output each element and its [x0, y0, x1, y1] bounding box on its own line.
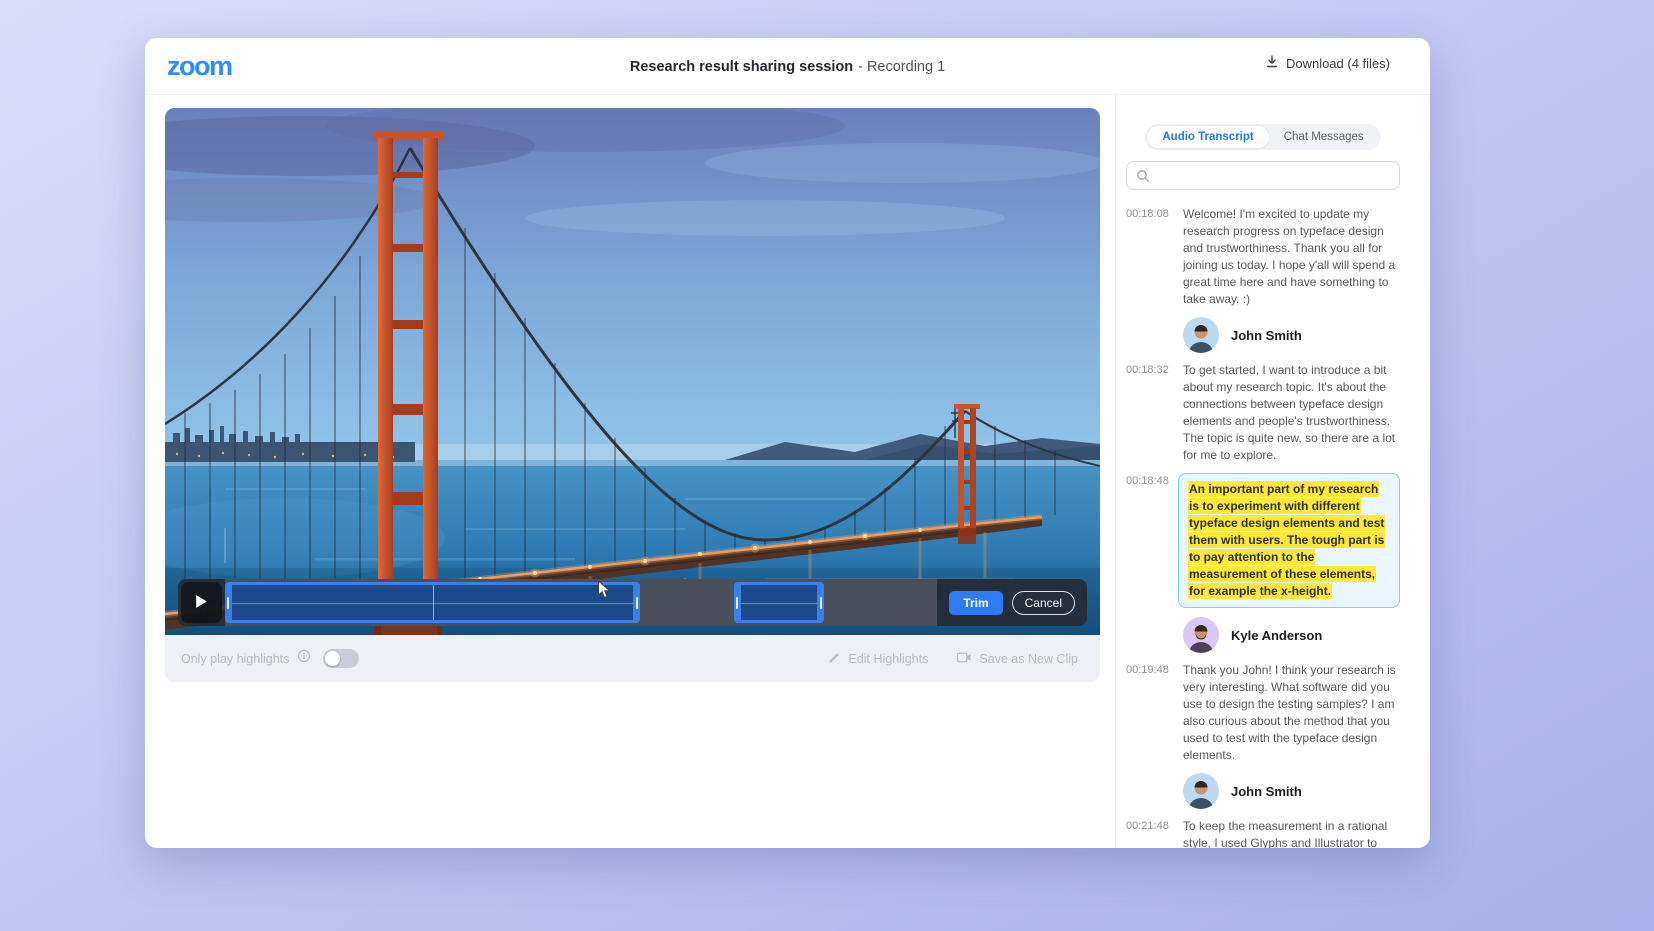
only-play-highlights-toggle[interactable]: [323, 649, 359, 668]
avatar-john-smith: [1183, 317, 1219, 353]
page-title: Research result sharing session - Recordi…: [145, 59, 1430, 75]
save-as-new-clip-button[interactable]: Save as New Clip: [956, 651, 1078, 667]
transcript-search-input[interactable]: [1126, 161, 1400, 190]
download-label: Download (4 files): [1286, 56, 1390, 71]
info-icon[interactable]: [297, 649, 311, 668]
segment-right-handle[interactable]: [636, 597, 638, 609]
transcript-list: 00:18:08 Welcome! I'm excited to update …: [1126, 206, 1400, 848]
edit-highlights-button[interactable]: Edit Highlights: [828, 651, 928, 667]
recording-label: - Recording 1: [858, 59, 945, 75]
avatar-kyle-anderson: [1183, 617, 1219, 653]
timestamp[interactable]: 00:18:48: [1126, 473, 1174, 608]
only-play-highlights-label: Only play highlights: [181, 652, 289, 666]
transcript-message[interactable]: 00:18:08 Welcome! I'm excited to update …: [1126, 206, 1400, 308]
tab-chat-messages[interactable]: Chat Messages: [1269, 126, 1379, 148]
transcript-search: [1126, 161, 1400, 190]
clip-actions-group: Edit Highlights Save as New Clip: [828, 651, 1078, 667]
speaker-name: John Smith: [1231, 784, 1302, 799]
download-icon: [1266, 55, 1278, 71]
message-text: To keep the measurement in a rational st…: [1183, 818, 1400, 848]
timestamp[interactable]: 00:18:32: [1126, 362, 1174, 464]
page-background: zoom Research result sharing session- Re…: [0, 0, 1654, 931]
tab-audio-transcript[interactable]: Audio Transcript: [1147, 126, 1268, 148]
transcript-message-highlighted[interactable]: 00:18:48 An important part of my researc…: [1126, 473, 1400, 608]
save-as-new-clip-label: Save as New Clip: [979, 652, 1078, 666]
trim-actions: Trim Cancel: [937, 591, 1087, 615]
app-window: zoom Research result sharing session- Re…: [145, 38, 1430, 848]
message-text: Welcome! I'm excited to update my resear…: [1183, 206, 1400, 308]
segment-split-line: [433, 585, 434, 620]
message-text: To get started, I want to introduce a bi…: [1183, 362, 1400, 464]
timestamp[interactable]: 00:18:08: [1126, 206, 1174, 308]
transcript-message[interactable]: 00:19:48 Thank you John! I think your re…: [1126, 662, 1400, 764]
play-button[interactable]: [181, 582, 222, 623]
search-icon: [1136, 169, 1150, 183]
trim-button[interactable]: Trim: [949, 591, 1002, 615]
transcript-message[interactable]: 00:21:48 To keep the measurement in a ra…: [1126, 818, 1400, 848]
trim-toolbar: Trim Cancel: [178, 579, 1087, 626]
speaker-row: Kyle Anderson: [1183, 617, 1400, 653]
segment-right-handle[interactable]: [820, 597, 822, 609]
sidebar-tabs: Audio Transcript Chat Messages: [1145, 124, 1380, 150]
avatar-john-smith: [1183, 773, 1219, 809]
session-title: Research result sharing session: [630, 59, 853, 75]
segment-left-handle[interactable]: [736, 597, 738, 609]
segment-left-handle[interactable]: [227, 597, 229, 609]
video-frame-golden-gate-bridge: [165, 108, 1100, 635]
timestamp[interactable]: 00:19:48: [1126, 662, 1174, 764]
mouse-cursor: [597, 580, 612, 600]
video-canvas[interactable]: Trim Cancel: [165, 108, 1100, 635]
trim-timeline[interactable]: [225, 579, 937, 626]
timestamp[interactable]: 00:21:48: [1126, 818, 1174, 848]
download-button[interactable]: Download (4 files): [1266, 55, 1390, 71]
speaker-row: John Smith: [1183, 317, 1400, 353]
play-icon: [195, 594, 208, 612]
trim-segment-2[interactable]: [734, 582, 824, 623]
video-player: Trim Cancel Only play highlights: [165, 108, 1100, 682]
transcript-sidebar: Audio Transcript Chat Messages 00:18:08 …: [1126, 108, 1400, 848]
cancel-button[interactable]: Cancel: [1012, 591, 1075, 615]
video-clip-icon: [956, 651, 972, 667]
header-bar: zoom Research result sharing session- Re…: [145, 38, 1430, 95]
toggle-knob: [325, 651, 340, 666]
highlights-toggle-group: Only play highlights: [181, 649, 359, 668]
sidebar-divider: [1115, 95, 1116, 848]
speaker-name: John Smith: [1231, 328, 1302, 343]
speaker-name: Kyle Anderson: [1231, 628, 1322, 643]
transcript-message[interactable]: 00:18:32 To get started, I want to intro…: [1126, 362, 1400, 464]
message-text: Thank you John! I think your research is…: [1183, 662, 1400, 764]
highlighted-text: An important part of my research is to e…: [1188, 481, 1385, 599]
speaker-row: John Smith: [1183, 773, 1400, 809]
trim-segment-1[interactable]: [225, 582, 640, 623]
highlighted-message-box[interactable]: An important part of my research is to e…: [1178, 473, 1400, 608]
pencil-icon: [828, 651, 841, 667]
player-options-bar: Only play highlights Edit Highlights: [165, 635, 1100, 682]
edit-highlights-label: Edit Highlights: [848, 652, 928, 666]
